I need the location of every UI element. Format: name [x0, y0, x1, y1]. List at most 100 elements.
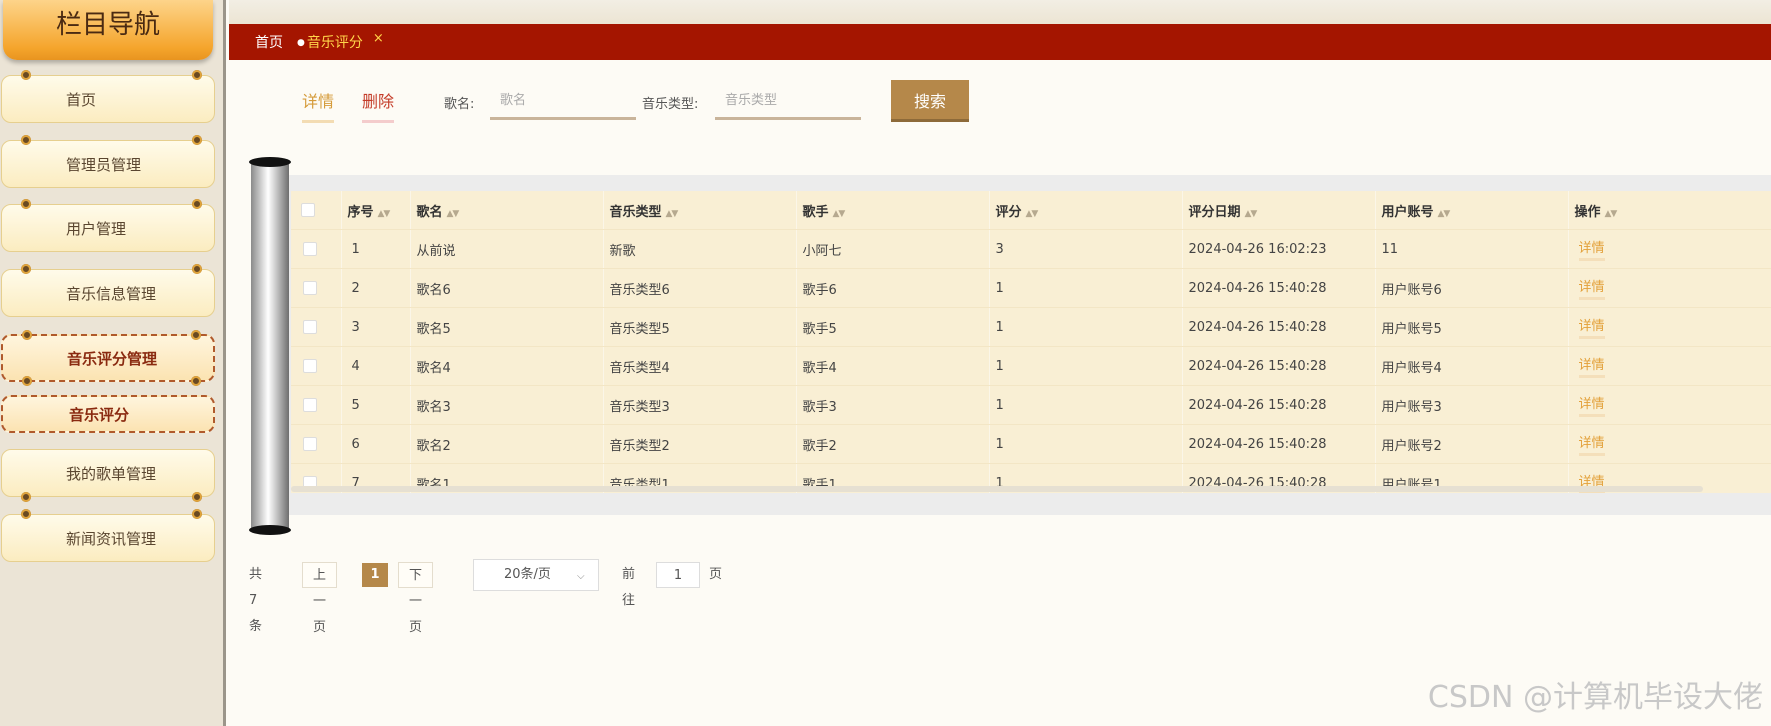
sidebar-item-news[interactable]: 新闻资讯管理	[1, 509, 215, 562]
cell-type: 音乐类型6	[603, 268, 797, 308]
table-row[interactable]: 4 歌名4 音乐类型4 歌手4 1 2024-04-26 15:40:28 用户账号4 详情	[291, 346, 1771, 386]
sidebar-item-home[interactable]: 首页	[1, 70, 215, 123]
search-button[interactable]: 搜索	[891, 80, 969, 122]
sort-icon[interactable]: ▲▼	[666, 209, 679, 219]
cell-score: 3	[989, 229, 1183, 269]
table-row[interactable]: 1 从前说 新歌 小阿七 3 2024-04-26 16:02:23 11 详情	[291, 229, 1771, 269]
song-name-label: 歌名:	[444, 97, 475, 112]
sidebar-title: 栏目导航	[3, 0, 213, 60]
cell-date: 2024-04-26 15:40:28	[1182, 307, 1376, 347]
cell-singer: 歌手2	[796, 424, 990, 464]
sidebar-item-label: 音乐评分管理	[67, 349, 158, 368]
next-page-button[interactable]: 下一页	[398, 562, 434, 635]
tab-music-rating[interactable]: 音乐评分	[297, 32, 363, 52]
sidebar-item-admin[interactable]: 管理员管理	[1, 135, 215, 188]
sidebar-item-label: 首页	[66, 90, 97, 109]
column-header-type[interactable]: 音乐类型 ▲▼	[603, 191, 797, 230]
row-checkbox[interactable]	[291, 268, 342, 308]
sort-icon[interactable]: ▲▼	[378, 209, 391, 219]
cell-type: 音乐类型5	[603, 307, 797, 347]
cell-score: 1	[989, 346, 1183, 386]
sidebar-item-music-info[interactable]: 音乐信息管理	[1, 264, 215, 317]
row-checkbox[interactable]	[291, 307, 342, 347]
cell-song: 歌名6	[410, 268, 604, 308]
row-detail-link[interactable]: 详情	[1578, 432, 1605, 456]
column-header-index[interactable]: 序号 ▲▼	[341, 191, 411, 230]
table-row[interactable]: 3 歌名5 音乐类型5 歌手5 1 2024-04-26 15:40:28 用户账号5 详情	[291, 307, 1771, 347]
sidebar-item-label: 管理员管理	[66, 155, 142, 174]
tab-bar: 首页 音乐评分 ×	[229, 24, 1771, 60]
cell-song: 从前说	[410, 229, 604, 269]
cell-song: 歌名2	[410, 424, 604, 464]
row-detail-link[interactable]: 详情	[1578, 276, 1605, 300]
scroll-roller-decoration	[249, 157, 291, 535]
cell-type: 音乐类型4	[603, 346, 797, 386]
cell-song: 歌名4	[410, 346, 604, 386]
row-checkbox[interactable]	[291, 424, 342, 464]
column-header-score[interactable]: 评分 ▲▼	[989, 191, 1183, 230]
cell-score: 1	[989, 424, 1183, 464]
cell-index: 4	[341, 346, 411, 386]
table-row[interactable]: 2 歌名6 音乐类型6 歌手6 1 2024-04-26 15:40:28 用户账号6 详情	[291, 268, 1771, 308]
page-unit-label: 页	[709, 567, 723, 582]
table-header-row: 序号 ▲▼ 歌名 ▲▼ 音乐类型 ▲▼ 歌手 ▲▼ 评分 ▲▼ 评分日期 ▲▼ 用户账号 ▲▼…	[291, 191, 1771, 230]
cell-singer: 歌手4	[796, 346, 990, 386]
sidebar-item-label: 我的歌单管理	[66, 464, 157, 483]
cell-date: 2024-04-26 15:40:28	[1182, 424, 1376, 464]
sort-icon[interactable]: ▲▼	[1438, 209, 1451, 219]
sort-icon[interactable]: ▲▼	[1245, 209, 1258, 219]
column-header-singer[interactable]: 歌手 ▲▼	[796, 191, 990, 230]
sidebar-subitem-rating[interactable]: 音乐评分	[1, 395, 215, 433]
row-detail-link[interactable]: 详情	[1578, 354, 1605, 378]
watermark: CSDN @计算机毕设大佬	[1427, 680, 1763, 715]
sort-icon[interactable]: ▲▼	[447, 209, 460, 219]
row-detail-link[interactable]: 详情	[1578, 237, 1605, 261]
table-row[interactable]: 5 歌名3 音乐类型3 歌手3 1 2024-04-26 15:40:28 用户账号3 详情	[291, 385, 1771, 425]
cell-song: 歌名5	[410, 307, 604, 347]
cell-singer: 歌手3	[796, 385, 990, 425]
cell-index: 5	[341, 385, 411, 425]
row-checkbox[interactable]	[291, 229, 342, 269]
cell-action: 详情	[1568, 346, 1771, 386]
cell-account: 用户账号5	[1375, 307, 1569, 347]
cell-score: 1	[989, 268, 1183, 308]
sidebar: 栏目导航 首页 管理员管理 用户管理 音乐信息管理 音乐评分管理 音乐评分 我的…	[0, 0, 226, 726]
cell-type: 音乐类型2	[603, 424, 797, 464]
chevron-down-icon: ⌵	[577, 571, 585, 582]
horizontal-scrollbar[interactable]	[291, 486, 1703, 492]
sort-icon[interactable]: ▲▼	[1605, 209, 1618, 219]
sidebar-item-users[interactable]: 用户管理	[1, 199, 215, 252]
goto-page-input[interactable]: 1	[656, 562, 700, 588]
column-header-action[interactable]: 操作 ▲▼	[1568, 191, 1771, 230]
cell-account: 用户账号2	[1375, 424, 1569, 464]
column-header-date[interactable]: 评分日期 ▲▼	[1182, 191, 1376, 230]
sidebar-item-label: 音乐信息管理	[66, 284, 157, 303]
cell-index: 6	[341, 424, 411, 464]
cell-index: 3	[341, 307, 411, 347]
close-icon[interactable]: ×	[373, 31, 384, 46]
cell-type: 新歌	[603, 229, 797, 269]
row-checkbox[interactable]	[291, 346, 342, 386]
page-number-current[interactable]: 1	[362, 563, 388, 587]
song-name-input[interactable]	[490, 84, 636, 120]
sort-icon[interactable]: ▲▼	[1026, 209, 1039, 219]
column-header-account[interactable]: 用户账号 ▲▼	[1375, 191, 1569, 230]
row-detail-link[interactable]: 详情	[1578, 315, 1605, 339]
cell-index: 2	[341, 268, 411, 308]
sidebar-item-playlist[interactable]: 我的歌单管理	[1, 449, 215, 502]
sort-icon[interactable]: ▲▼	[833, 209, 846, 219]
cell-score: 1	[989, 385, 1183, 425]
table-row[interactable]: 6 歌名2 音乐类型2 歌手2 1 2024-04-26 15:40:28 用户账号2 详情	[291, 424, 1771, 464]
sidebar-item-label: 新闻资讯管理	[66, 529, 157, 548]
row-detail-link[interactable]: 详情	[1578, 393, 1605, 417]
music-type-input[interactable]	[715, 84, 861, 120]
delete-button[interactable]: 删除	[362, 88, 395, 123]
detail-button[interactable]: 详情	[302, 88, 335, 123]
column-header-song[interactable]: 歌名 ▲▼	[410, 191, 604, 230]
prev-page-button[interactable]: 上一页	[302, 562, 338, 635]
sidebar-item-rating-management[interactable]: 音乐评分管理	[1, 330, 215, 386]
music-type-label: 音乐类型:	[642, 97, 699, 112]
row-checkbox[interactable]	[291, 385, 342, 425]
select-all-checkbox[interactable]	[291, 191, 342, 230]
tab-home[interactable]: 首页	[255, 32, 283, 52]
